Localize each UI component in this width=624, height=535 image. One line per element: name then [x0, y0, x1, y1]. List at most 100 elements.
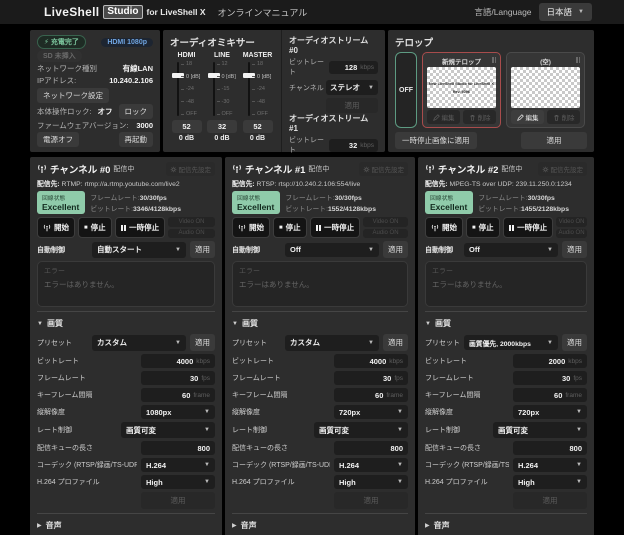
apply-to-pause-image-button[interactable]: 一時停止画像に適用	[395, 132, 477, 149]
keyframe-input[interactable]: 60frame	[334, 388, 408, 402]
volume-slider[interactable]: 12 0 [dB] -15 -30 OFF	[206, 61, 239, 117]
profile-select[interactable]: High▼	[334, 475, 408, 489]
section-quality[interactable]: ▼ 画質	[37, 316, 215, 331]
apply-button[interactable]: 適用	[383, 334, 408, 351]
codec-select[interactable]: H.264▼	[334, 458, 408, 472]
video-on-button[interactable]: Video ON	[168, 217, 215, 227]
reboot-button[interactable]: 再起動	[119, 132, 154, 147]
pause-button[interactable]: 一時停止	[503, 217, 554, 238]
drag-handle-icon[interactable]	[576, 57, 580, 63]
queue-length-input[interactable]: 800	[334, 441, 408, 455]
destination-settings-button[interactable]: 配信先設定	[359, 162, 409, 176]
video-on-button[interactable]: Video ON	[363, 217, 408, 227]
stop-button[interactable]: ■ 停止	[466, 217, 500, 238]
apply-button[interactable]: 適用	[383, 241, 408, 258]
apply-button[interactable]: 適用	[513, 492, 587, 509]
profile-select[interactable]: High▼	[513, 475, 587, 489]
framerate-input[interactable]: 30fps	[141, 371, 215, 385]
audio-on-button[interactable]: Audio ON	[363, 229, 408, 239]
gear-icon	[363, 166, 370, 173]
preset-select[interactable]: カスタム ▼	[285, 335, 379, 351]
streaming-status: 配信中	[308, 164, 355, 174]
keyframe-input[interactable]: 60frame	[513, 388, 587, 402]
preset-select[interactable]: カスタム ▼	[92, 335, 186, 351]
lock-button[interactable]: ロック	[119, 104, 154, 119]
apply-button[interactable]: 適用	[141, 492, 215, 509]
destination-settings-button[interactable]: 配信先設定	[538, 162, 588, 176]
destination-settings-button[interactable]: 配信先設定	[166, 162, 216, 176]
apply-button[interactable]: 適用	[334, 492, 408, 509]
section-quality[interactable]: ▼ 画質	[232, 316, 408, 331]
volume-slider[interactable]: 18 0 [dB] -24 -48 OFF	[241, 61, 274, 117]
auto-control-label: 自動制御	[37, 245, 88, 255]
section-quality[interactable]: ▼ 画質	[425, 316, 587, 331]
volume-value-button[interactable]: 52	[243, 120, 273, 133]
telop-card-empty[interactable]: (空) 編集 削除	[506, 52, 585, 128]
video-on-button[interactable]: Video ON	[556, 217, 587, 227]
bitrate-input[interactable]: 128 kbps	[329, 61, 378, 74]
resolution-select[interactable]: 720px▼	[334, 405, 408, 419]
stop-button[interactable]: ■ 停止	[273, 217, 307, 238]
apply-button[interactable]: 適用	[562, 241, 587, 258]
queue-length-input[interactable]: 800	[513, 441, 587, 455]
framerate-input[interactable]: 30fps	[513, 371, 587, 385]
firmware-label: ファームウェアバージョン:	[37, 120, 128, 131]
telop-card-selected[interactable]: 新規テロップ New LiveShell Studio for LiveShel…	[422, 52, 501, 128]
pause-button[interactable]: 一時停止	[310, 217, 361, 238]
bitrate-label: ビットレート	[289, 135, 329, 155]
start-button[interactable]: 開始	[425, 217, 463, 238]
rate-control-select[interactable]: 画質可変▼	[121, 422, 215, 438]
audio-on-button[interactable]: Audio ON	[168, 229, 215, 239]
network-settings-button[interactable]: ネットワーク設定	[37, 88, 109, 103]
apply-button[interactable]: 適用	[562, 334, 587, 351]
volume-slider[interactable]: 18 0 [dB] -24 -48 OFF	[170, 61, 203, 117]
power-off-button[interactable]: 電源オフ	[37, 132, 79, 147]
telop-thumbnail[interactable]: New LiveShell Studio for LiveShell X Rev…	[427, 67, 496, 108]
apply-button[interactable]: 適用	[190, 334, 215, 351]
resolution-select[interactable]: 720px▼	[513, 405, 587, 419]
resolution-select[interactable]: 1080px▼	[141, 405, 215, 419]
bitrate-input[interactable]: 4000kbps	[334, 354, 408, 368]
rate-control-select[interactable]: 画質可変▼	[314, 422, 408, 438]
stop-button[interactable]: ■ 停止	[78, 217, 112, 238]
online-manual-link[interactable]: オンラインマニュアル	[218, 6, 308, 19]
pause-button[interactable]: 一時停止	[115, 217, 166, 238]
bitrate-input[interactable]: 32 kbps	[329, 139, 378, 152]
apply-button[interactable]: 適用	[190, 241, 215, 258]
delete-button[interactable]: 削除	[463, 110, 496, 124]
profile-select[interactable]: High▼	[141, 475, 215, 489]
bitrate-input[interactable]: 4000kbps	[141, 354, 215, 368]
auto-control-select[interactable]: Off ▼	[285, 243, 379, 257]
section-audio[interactable]: ▶ 音声	[425, 518, 587, 533]
telop-thumbnail[interactable]	[511, 67, 580, 108]
auto-control-select[interactable]: Off ▼	[464, 243, 558, 257]
delete-button[interactable]: 削除	[547, 110, 580, 124]
section-audio[interactable]: ▶ 音声	[37, 518, 215, 533]
codec-select[interactable]: H.264▼	[141, 458, 215, 472]
start-button[interactable]: 開始	[232, 217, 270, 238]
rate-control-select[interactable]: 画質可変▼	[493, 422, 587, 438]
connection-quality-badge: 回線状態 Excellent	[425, 191, 473, 214]
audio-on-button[interactable]: Audio ON	[556, 229, 587, 239]
framerate-input[interactable]: 30fps	[334, 371, 408, 385]
start-button[interactable]: 開始	[37, 217, 75, 238]
apply-button[interactable]: 適用	[326, 98, 378, 113]
preset-label: プリセット	[37, 338, 88, 348]
language-select[interactable]: 日本語 ▼	[539, 3, 592, 21]
bitrate-input[interactable]: 2000kbps	[513, 354, 587, 368]
section-audio[interactable]: ▶ 音声	[232, 518, 408, 533]
stream-stats: フレームレート:30/30fps ビットレート:3346/4128kbps	[90, 191, 181, 214]
keyframe-input[interactable]: 60frame	[141, 388, 215, 402]
auto-control-select[interactable]: 自動スタート ▼	[92, 242, 186, 258]
volume-value-button[interactable]: 32	[207, 120, 237, 133]
telop-apply-button[interactable]: 適用	[521, 132, 587, 149]
drag-handle-icon[interactable]	[492, 57, 496, 63]
channel-mode-select[interactable]: ステレオ ▼	[326, 80, 378, 95]
edit-button[interactable]: 編集	[511, 110, 544, 124]
telop-off-button[interactable]: OFF	[395, 52, 417, 128]
volume-value-button[interactable]: 52	[172, 120, 202, 133]
queue-length-input[interactable]: 800	[141, 441, 215, 455]
preset-select[interactable]: 画質優先, 2000kbps ▼	[464, 335, 558, 350]
codec-select[interactable]: H.264▼	[513, 458, 587, 472]
edit-button[interactable]: 編集	[427, 110, 460, 124]
